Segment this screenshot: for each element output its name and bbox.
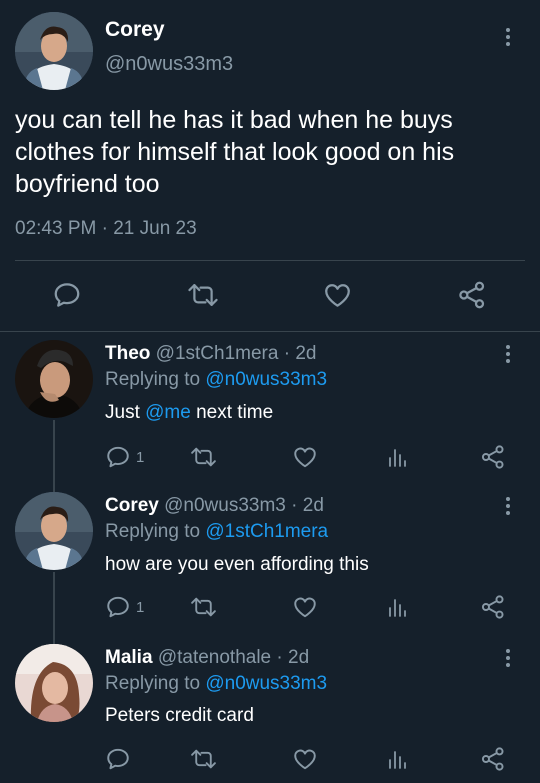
reply-text: Just @me next time: [105, 402, 273, 424]
replying-to-handle[interactable]: @n0wus33m3: [205, 673, 327, 694]
tweet-time: 02:43 PM: [15, 218, 97, 239]
author-name[interactable]: Corey: [105, 18, 165, 42]
avatar-corey[interactable]: [15, 12, 93, 90]
replying-to: Replying to @n0wus33m3: [105, 673, 327, 695]
retweet-icon[interactable]: [187, 280, 219, 310]
more-icon[interactable]: [505, 649, 511, 667]
thread-line: [53, 572, 55, 644]
like-icon[interactable]: [292, 594, 318, 620]
share-icon[interactable]: [457, 280, 487, 310]
reply-author-handle[interactable]: @n0wus33m3: [164, 495, 286, 516]
reply-age: · 2d: [276, 647, 310, 668]
avatar-corey[interactable]: [15, 492, 93, 570]
replying-to: Replying to @n0wus33m3: [105, 369, 327, 391]
views-icon[interactable]: [385, 746, 409, 772]
replying-to: Replying to @1stCh1mera: [105, 521, 328, 543]
reply-button[interactable]: 1: [105, 594, 144, 620]
tweet-timestamp: 02:43 PM · 21 Jun 23: [15, 218, 197, 240]
thread-line: [53, 420, 55, 492]
share-icon[interactable]: [480, 594, 506, 620]
reply-author-handle[interactable]: @1stCh1mera: [156, 343, 279, 364]
reply-icon: [107, 748, 129, 770]
retweet-icon[interactable]: [190, 594, 217, 620]
reply-author-name[interactable]: Malia: [105, 647, 153, 668]
reply-age: · 2d: [291, 495, 324, 516]
avatar-photo: [15, 644, 93, 722]
reply-icon: [107, 596, 129, 618]
reply-text-start: Just: [105, 402, 140, 423]
avatar-photo: [15, 492, 93, 570]
reply-header: Corey @n0wus33m3 · 2d: [105, 495, 324, 517]
more-icon[interactable]: [505, 345, 511, 363]
reply-text-end: next time: [196, 402, 274, 423]
tweet-date: 21 Jun 23: [113, 218, 197, 239]
timestamp-separator: ·: [101, 218, 108, 239]
reply-button[interactable]: [105, 746, 136, 772]
reply-text: Peters credit card: [105, 705, 254, 726]
share-icon[interactable]: [480, 746, 506, 772]
reply-icon[interactable]: [52, 280, 82, 310]
retweet-icon[interactable]: [190, 444, 217, 470]
replying-to-label: Replying to: [105, 673, 201, 694]
replying-to-label: Replying to: [105, 369, 201, 390]
like-icon[interactable]: [322, 280, 353, 310]
reply-count: 1: [136, 448, 145, 466]
reply-author-handle[interactable]: @tatenothale: [158, 647, 271, 668]
avatar-theo[interactable]: [15, 340, 93, 418]
views-icon[interactable]: [385, 444, 409, 470]
replying-to-handle[interactable]: @1stCh1mera: [205, 521, 328, 542]
retweet-icon[interactable]: [190, 746, 217, 772]
avatar-photo: [15, 340, 93, 418]
reply-author-name[interactable]: Theo: [105, 343, 150, 364]
more-icon[interactable]: [505, 497, 511, 515]
avatar-malia[interactable]: [15, 644, 93, 722]
tweet-text: you can tell he has it bad when he buys …: [15, 106, 455, 198]
mention-link[interactable]: @me: [145, 402, 191, 423]
like-icon[interactable]: [292, 444, 318, 470]
replying-to-handle[interactable]: @n0wus33m3: [205, 369, 327, 390]
reply-text: how are you even affording this: [105, 554, 369, 575]
views-icon[interactable]: [385, 594, 409, 620]
divider: [0, 331, 540, 332]
replying-to-label: Replying to: [105, 521, 201, 542]
reply-age: · 2d: [283, 343, 317, 364]
reply-count: 1: [136, 598, 145, 616]
like-icon[interactable]: [292, 746, 318, 772]
reply-header: Theo @1stCh1mera · 2d: [105, 343, 316, 365]
reply-header: Malia @tatenothale · 2d: [105, 647, 309, 669]
reply-author-name[interactable]: Corey: [105, 495, 159, 516]
reply-icon: [107, 446, 129, 468]
author-handle[interactable]: @n0wus33m3: [105, 53, 233, 76]
avatar-photo: [15, 12, 93, 90]
share-icon[interactable]: [480, 444, 506, 470]
reply-button[interactable]: 1: [105, 444, 144, 470]
divider: [15, 260, 525, 261]
more-icon[interactable]: [505, 28, 511, 46]
